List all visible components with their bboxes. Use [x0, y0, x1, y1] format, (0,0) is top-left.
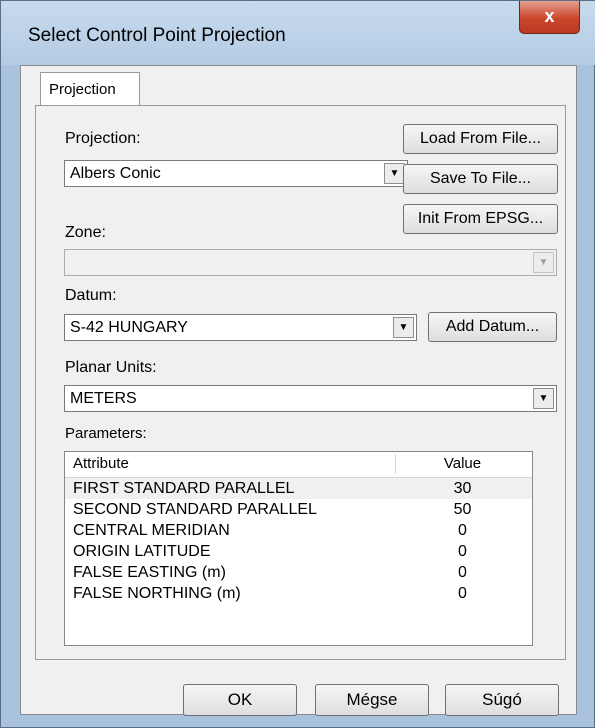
list-item[interactable]: CENTRAL MERIDIAN 0 [65, 520, 532, 541]
ok-button[interactable]: OK [183, 684, 297, 716]
attribute-cell: FALSE NORTHING (m) [73, 585, 241, 602]
add-datum-button[interactable]: Add Datum... [428, 312, 557, 342]
datum-label: Datum: [65, 287, 117, 304]
save-to-file-button[interactable]: Save To File... [403, 164, 558, 194]
datum-value: S-42 HUNGARY [70, 319, 188, 336]
list-item[interactable]: SECOND STANDARD PARALLEL 50 [65, 499, 532, 520]
attribute-cell: SECOND STANDARD PARALLEL [73, 501, 317, 518]
datum-select[interactable]: S-42 HUNGARY ▼ [64, 314, 417, 341]
help-button[interactable]: Súgó [445, 684, 559, 716]
attribute-cell: FALSE EASTING (m) [73, 564, 226, 581]
load-from-file-button[interactable]: Load From File... [403, 124, 558, 154]
parameters-list[interactable]: Attribute Value FIRST STANDARD PARALLEL … [64, 451, 533, 646]
value-cell: 50 [453, 501, 472, 518]
zone-select: ▼ [64, 249, 557, 276]
list-item[interactable]: FALSE NORTHING (m) 0 [65, 583, 532, 604]
column-header-attribute[interactable]: Attribute [73, 452, 129, 476]
attribute-cell: CENTRAL MERIDIAN [73, 522, 230, 539]
column-header-value[interactable]: Value [395, 452, 530, 476]
list-item[interactable]: ORIGIN LATITUDE 0 [65, 541, 532, 562]
value-cell: 0 [458, 564, 467, 581]
cancel-button[interactable]: Mégse [315, 684, 429, 716]
close-button[interactable]: x [519, 1, 580, 34]
chevron-down-icon[interactable]: ▼ [533, 388, 554, 409]
window-title: Select Control Point Projection [28, 25, 286, 46]
chevron-down-icon[interactable]: ▼ [393, 317, 414, 338]
parameters-list-header: Attribute Value [65, 452, 532, 478]
value-cell: 0 [458, 585, 467, 602]
value-cell: 0 [458, 543, 467, 560]
list-item[interactable]: FALSE EASTING (m) 0 [65, 562, 532, 583]
close-icon: x [544, 6, 555, 26]
planar-units-label: Planar Units: [65, 359, 157, 376]
zone-label: Zone: [65, 224, 106, 241]
init-from-epsg-button[interactable]: Init From EPSG... [403, 204, 558, 234]
planar-units-select[interactable]: METERS ▼ [64, 385, 557, 412]
projection-label: Projection: [65, 130, 141, 147]
attribute-cell: ORIGIN LATITUDE [73, 543, 211, 560]
title-bar[interactable]: Select Control Point Projection x [1, 1, 595, 65]
projection-select[interactable]: Albers Conic ▼ [64, 160, 408, 187]
attribute-cell: FIRST STANDARD PARALLEL [73, 480, 295, 497]
dialog-window: Select Control Point Projection x Projec… [0, 0, 595, 728]
value-cell: 30 [453, 480, 472, 497]
list-item[interactable]: FIRST STANDARD PARALLEL 30 [65, 478, 532, 499]
projection-value: Albers Conic [70, 165, 161, 182]
chevron-down-icon: ▼ [533, 252, 554, 273]
value-cell: 0 [458, 522, 467, 539]
chevron-down-icon[interactable]: ▼ [384, 163, 405, 184]
parameters-label: Parameters: [65, 425, 147, 442]
tab-projection[interactable]: Projection [40, 72, 140, 106]
planar-units-value: METERS [70, 390, 137, 407]
dialog-client-area: Projection Projection: Albers Conic ▼ Lo… [20, 65, 577, 716]
